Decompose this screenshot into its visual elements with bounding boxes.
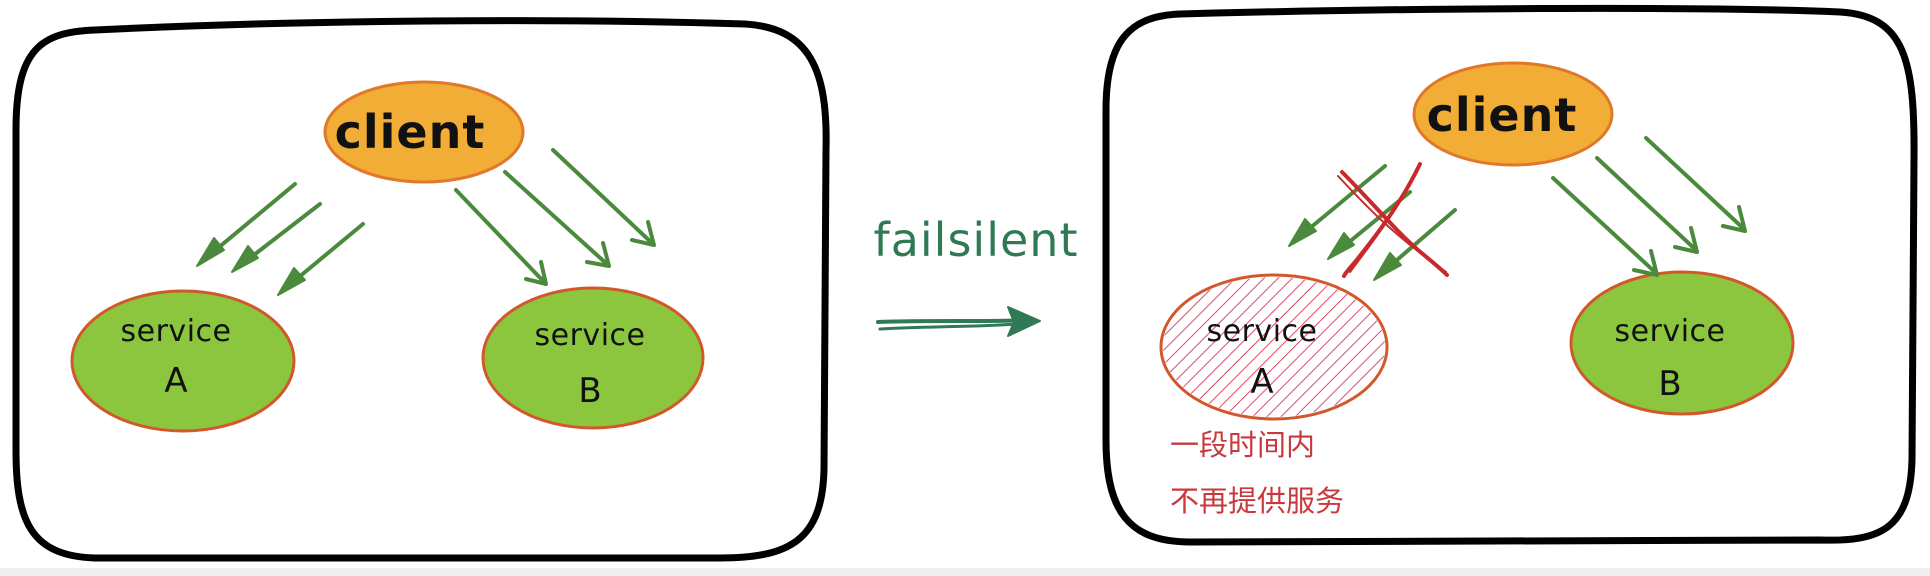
right-service-b-node: service B bbox=[1569, 270, 1795, 416]
bottom-edge-strip bbox=[0, 568, 1930, 576]
right-service-b-letter: B bbox=[1658, 364, 1681, 404]
left-client-node: client bbox=[323, 80, 525, 184]
right-client-node: client bbox=[1412, 61, 1614, 167]
left-client-label: client bbox=[335, 105, 486, 159]
transition: failsilent bbox=[874, 213, 1079, 337]
left-service-b-letter: B bbox=[578, 371, 601, 411]
failsilent-diagram: client service A service B failsilent cl… bbox=[0, 4, 1930, 576]
unavailable-note-line-1: 一段时间内 bbox=[1170, 428, 1315, 462]
left-service-a-letter: A bbox=[164, 361, 187, 401]
right-service-b-label: service bbox=[1615, 314, 1726, 349]
failsilent-label: failsilent bbox=[874, 213, 1079, 267]
unavailable-note-line-2: 不再提供服务 bbox=[1170, 484, 1344, 518]
right-service-a-failed-node: service A bbox=[1159, 273, 1389, 421]
right-service-a-label: service bbox=[1207, 314, 1318, 349]
left-service-a-label: service bbox=[121, 314, 232, 349]
right-panel: client service A service B 一段时间内 不再提供服务 bbox=[1102, 4, 1918, 546]
right-service-a-letter: A bbox=[1250, 362, 1273, 402]
left-service-b-label: service bbox=[535, 318, 646, 353]
left-panel: client service A service B bbox=[12, 17, 830, 562]
transition-arrow bbox=[876, 306, 1041, 337]
right-client-label: client bbox=[1427, 88, 1578, 142]
left-service-a-node: service A bbox=[70, 289, 296, 433]
left-service-b-node: service B bbox=[481, 286, 705, 430]
